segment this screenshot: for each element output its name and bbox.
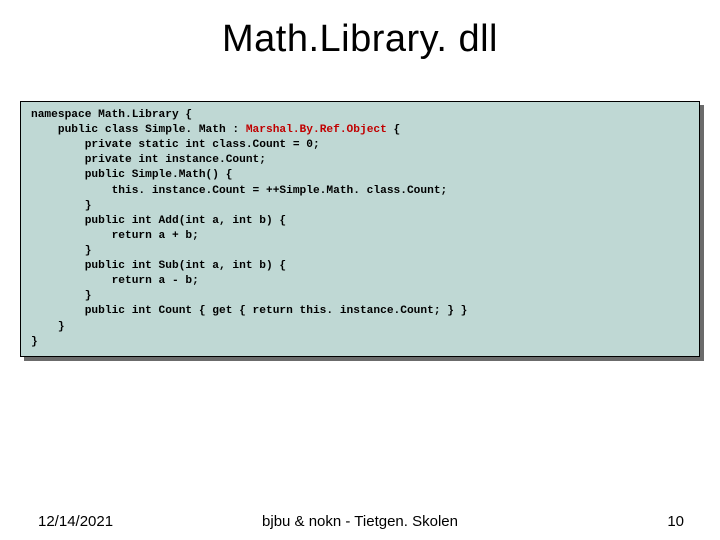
code-line: } <box>31 245 91 257</box>
code-line: return a - b; <box>31 275 199 287</box>
footer-author: bjbu & nokn - Tietgen. Skolen <box>0 513 720 530</box>
code-line: this. instance.Count = ++Simple.Math. cl… <box>31 185 447 197</box>
code-line: public int Count { get { return this. in… <box>31 305 467 317</box>
code-line: private static int class.Count = 0; <box>31 139 320 151</box>
footer: 12/14/2021 bjbu & nokn - Tietgen. Skolen… <box>0 510 720 530</box>
code-line: public Simple.Math() { <box>31 169 232 181</box>
slide-title: Math.Library. dll <box>0 18 720 61</box>
code-line: public int Sub(int a, int b) { <box>31 260 286 272</box>
code-block-content: namespace Math.Library { public class Si… <box>20 101 700 357</box>
code-line: public int Add(int a, int b) { <box>31 215 286 227</box>
code-line: { <box>387 124 400 136</box>
code-line: } <box>31 200 91 212</box>
code-line: } <box>31 336 38 348</box>
slide: Math.Library. dll namespace Math.Library… <box>0 18 720 540</box>
code-line: } <box>31 321 65 333</box>
code-line: private int instance.Count; <box>31 154 266 166</box>
code-keyword: Marshal.By.Ref.Object <box>246 124 387 136</box>
footer-page-number: 10 <box>667 513 684 530</box>
code-line: namespace Math.Library { <box>31 109 192 121</box>
code-block: namespace Math.Library { public class Si… <box>20 101 700 357</box>
code-line: public class Simple. Math : <box>31 124 246 136</box>
code-line: return a + b; <box>31 230 199 242</box>
code-line: } <box>31 290 91 302</box>
